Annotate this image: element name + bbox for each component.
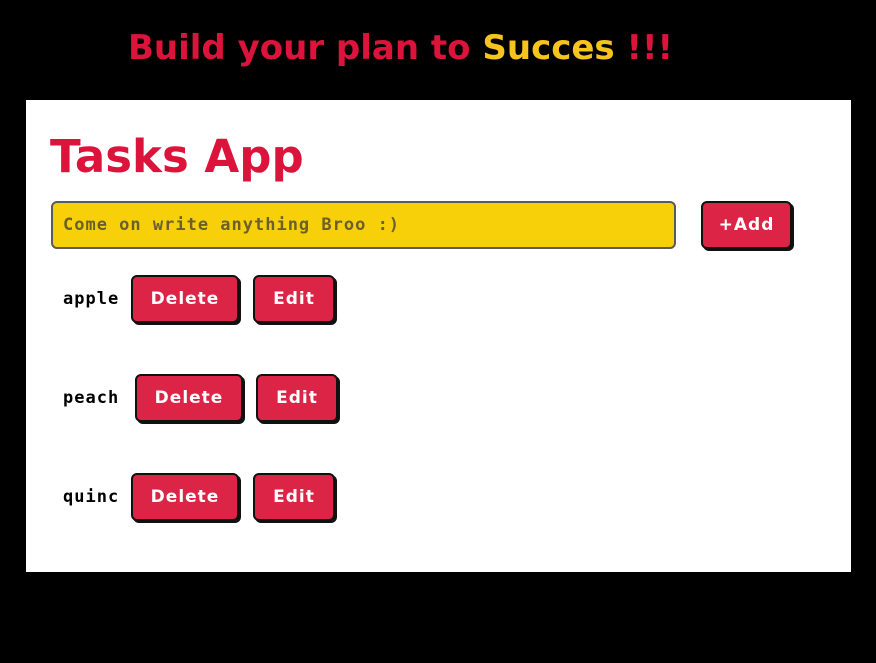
banner-text-end: !!! <box>614 28 674 68</box>
task-name: quinc <box>63 487 120 507</box>
delete-task-button[interactable]: Delete <box>131 473 239 521</box>
delete-task-button[interactable]: Delete <box>131 275 239 323</box>
tasks-card: Tasks App +Add apple Delete Edit peach D… <box>26 100 851 572</box>
task-row: apple Delete Edit <box>26 275 851 323</box>
edit-task-button[interactable]: Edit <box>253 275 335 323</box>
app-title: Tasks App <box>50 130 304 183</box>
task-input[interactable] <box>51 201 676 249</box>
edit-task-button[interactable]: Edit <box>256 374 338 422</box>
task-name: apple <box>63 289 120 309</box>
banner-headline: Build your plan to Succes !!! <box>128 24 673 72</box>
task-row: peach Delete Edit <box>26 374 851 422</box>
banner-text-start: Build your plan to <box>128 28 483 68</box>
task-name: peach <box>63 388 120 408</box>
task-row: quinc Delete Edit <box>26 473 851 521</box>
delete-task-button[interactable]: Delete <box>135 374 243 422</box>
banner-text-highlight: Succes <box>482 28 615 68</box>
edit-task-button[interactable]: Edit <box>253 473 335 521</box>
page: Build your plan to Succes !!! Tasks App … <box>0 0 876 663</box>
add-task-button[interactable]: +Add <box>701 201 792 249</box>
